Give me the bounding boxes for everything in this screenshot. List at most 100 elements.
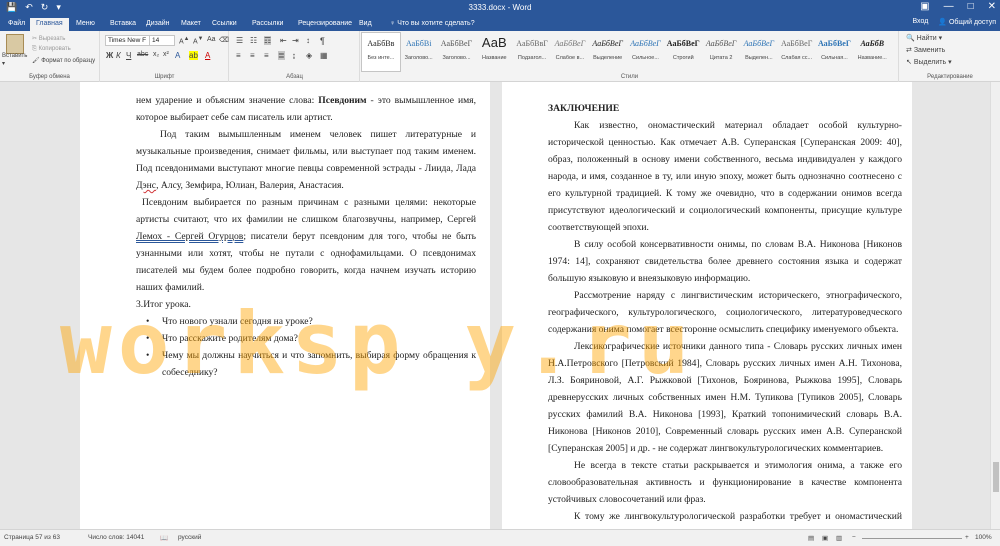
- zoom-out-button[interactable]: −: [852, 534, 856, 541]
- tab-home[interactable]: Главная: [30, 18, 69, 31]
- italic-icon[interactable]: К: [116, 51, 121, 60]
- style-subtitle[interactable]: АаБбВвГ Подзагол...: [513, 33, 551, 71]
- bold-icon[interactable]: Ж: [106, 51, 113, 60]
- highlight-icon[interactable]: ab: [189, 51, 198, 60]
- style-name: Сильное...: [632, 55, 659, 61]
- borders-icon[interactable]: ▦: [320, 51, 328, 60]
- align-right-icon[interactable]: ≡: [264, 51, 269, 60]
- paste-button[interactable]: Вставить: [2, 53, 27, 59]
- decrease-indent-icon[interactable]: ⇤: [280, 36, 287, 45]
- grow-font-icon[interactable]: A▲: [179, 36, 189, 45]
- find-button[interactable]: 🔍 Найти ▾: [906, 34, 942, 42]
- align-center-icon[interactable]: ≡: [250, 51, 255, 60]
- style-intense-quote[interactable]: АаБбВеГ Выделен...: [740, 33, 778, 71]
- superscript-icon[interactable]: x²: [163, 51, 169, 58]
- tell-me-box[interactable]: ♀ Что вы хотите сделать?: [384, 18, 481, 31]
- editing-group-label: Редактирование: [927, 74, 973, 80]
- style-intense-reference[interactable]: АаБбВеГ Сильная...: [816, 33, 854, 71]
- word-count[interactable]: Число слов: 14041: [88, 534, 144, 541]
- align-left-icon[interactable]: ≡: [236, 51, 241, 60]
- style-no-spacing[interactable]: АаБбВв Без инте...: [361, 32, 401, 72]
- style-name: Название: [482, 55, 507, 61]
- font-name-select[interactable]: Times New F: [105, 35, 151, 46]
- paragraph: К тому же лингвокультурологической разра…: [548, 511, 902, 529]
- language[interactable]: русский: [178, 534, 201, 541]
- copy-button[interactable]: ⎘ Копировать: [32, 46, 71, 53]
- style-sample: АаБбВ: [860, 39, 885, 48]
- scrollbar-thumb[interactable]: [993, 462, 999, 492]
- style-name: Подзагол...: [517, 55, 547, 61]
- tab-view[interactable]: Вид: [353, 18, 378, 31]
- zoom-level[interactable]: 100%: [975, 534, 992, 541]
- cut-button[interactable]: ✂ Вырезать: [32, 35, 65, 42]
- vertical-scrollbar[interactable]: [990, 82, 1000, 529]
- line-spacing-icon[interactable]: ↨: [292, 51, 296, 60]
- tab-file[interactable]: Файл: [2, 18, 31, 31]
- clipboard-group-label: Буфер обмена: [29, 74, 70, 80]
- style-quote-2[interactable]: АаБбВеГ Цитата 2: [702, 33, 740, 71]
- multilevel-list-icon[interactable]: ☶: [264, 36, 272, 45]
- web-layout-icon[interactable]: ▥: [836, 534, 842, 542]
- text-effects-icon[interactable]: A: [175, 51, 180, 60]
- page-count[interactable]: Страница 57 из 63: [4, 534, 60, 541]
- font-color-icon[interactable]: A: [205, 51, 210, 60]
- select-button[interactable]: ↖ Выделить ▾: [906, 58, 952, 66]
- change-case-icon[interactable]: Aa: [207, 36, 216, 43]
- close-button[interactable]: ✕: [988, 1, 996, 12]
- tab-references[interactable]: Ссылки: [206, 18, 243, 31]
- style-sample: АаБбВі: [405, 39, 432, 48]
- style-emphasis[interactable]: АаБбВеГ Выделение: [589, 33, 627, 71]
- zoom-in-button[interactable]: +: [965, 534, 969, 541]
- style-intense-emphasis[interactable]: АаБбВеГ Сильное...: [627, 33, 665, 71]
- shading-icon[interactable]: ◈: [306, 51, 312, 60]
- style-book-title[interactable]: АаБбВ Название...: [853, 33, 891, 71]
- show-marks-icon[interactable]: ¶: [320, 36, 325, 46]
- style-heading-2[interactable]: АаБбВеГ Заголово...: [438, 33, 476, 71]
- document-area[interactable]: нем ударение и объясним значение слова: …: [0, 82, 990, 529]
- paragraph: Лексикографические источники данного тип…: [548, 341, 902, 454]
- underline-icon[interactable]: Ч: [126, 51, 131, 60]
- maximize-button[interactable]: □: [968, 1, 974, 12]
- font-size-select[interactable]: 14: [149, 35, 175, 46]
- zoom-slider[interactable]: [862, 538, 962, 539]
- read-mode-icon[interactable]: ▤: [808, 534, 814, 542]
- left-page[interactable]: нем ударение и объясним значение слова: …: [80, 82, 490, 529]
- increase-indent-icon[interactable]: ⇥: [292, 36, 299, 45]
- tab-insert[interactable]: Вставка: [104, 18, 142, 31]
- clear-formatting-icon[interactable]: ⌫: [219, 36, 229, 44]
- tab-menu[interactable]: Меню: [70, 18, 101, 31]
- share-button[interactable]: 👤 Общий доступ: [938, 18, 996, 26]
- style-strong[interactable]: АаБбВеГ Строгий: [664, 33, 702, 71]
- window-controls: ▣ — □ ✕: [920, 1, 996, 12]
- style-title[interactable]: АаВ Название: [475, 33, 513, 71]
- print-layout-icon[interactable]: ▣: [822, 534, 828, 542]
- format-painter-button[interactable]: 🖌 Формат по образцу: [32, 57, 95, 64]
- bullet-list: Что нового узнали сегодня на уроке? Что …: [136, 313, 476, 381]
- paste-icon[interactable]: [6, 34, 24, 54]
- style-heading-1[interactable]: АаБбВі Заголово...: [400, 33, 438, 71]
- title-bar: 💾 ↶ ↻ ▾ 3333.docx - Word ▣ — □ ✕: [0, 0, 1000, 16]
- justify-icon[interactable]: ≣: [278, 51, 285, 60]
- tab-design[interactable]: Дизайн: [140, 18, 176, 31]
- bullets-icon[interactable]: ☰: [236, 36, 243, 45]
- subscript-icon[interactable]: x₂: [153, 51, 159, 58]
- ribbon-display-options-icon[interactable]: ▣: [920, 1, 929, 12]
- style-subtle-emphasis[interactable]: АаБбВеГ Слабое в...: [551, 33, 589, 71]
- sort-icon[interactable]: ↕: [306, 36, 310, 45]
- replace-button[interactable]: ⇄ Заменить: [906, 46, 945, 54]
- numbering-icon[interactable]: ☷: [250, 36, 257, 45]
- magnifier-icon: 🔍: [906, 35, 915, 42]
- style-name: Выделен...: [745, 55, 773, 61]
- tab-layout[interactable]: Макет: [175, 18, 207, 31]
- proofing-icon[interactable]: 📖: [160, 534, 168, 542]
- text-run: Псевдоним выбирается по разным причинам …: [136, 197, 476, 225]
- signin-link[interactable]: Вход: [912, 18, 928, 26]
- shrink-font-icon[interactable]: A▼: [193, 36, 203, 45]
- tab-mailings[interactable]: Рассылки: [246, 18, 289, 31]
- minimize-button[interactable]: —: [944, 1, 954, 12]
- right-page[interactable]: ЗАКЛЮЧЕНИЕ Как известно, ономастический …: [502, 82, 912, 529]
- strikethrough-icon[interactable]: abc: [137, 51, 148, 58]
- tab-review[interactable]: Рецензирование: [292, 18, 358, 31]
- style-subtle-reference[interactable]: АаБбВеГ Слабая сс...: [778, 33, 816, 71]
- style-sample: АаБбВеГ: [592, 39, 623, 48]
